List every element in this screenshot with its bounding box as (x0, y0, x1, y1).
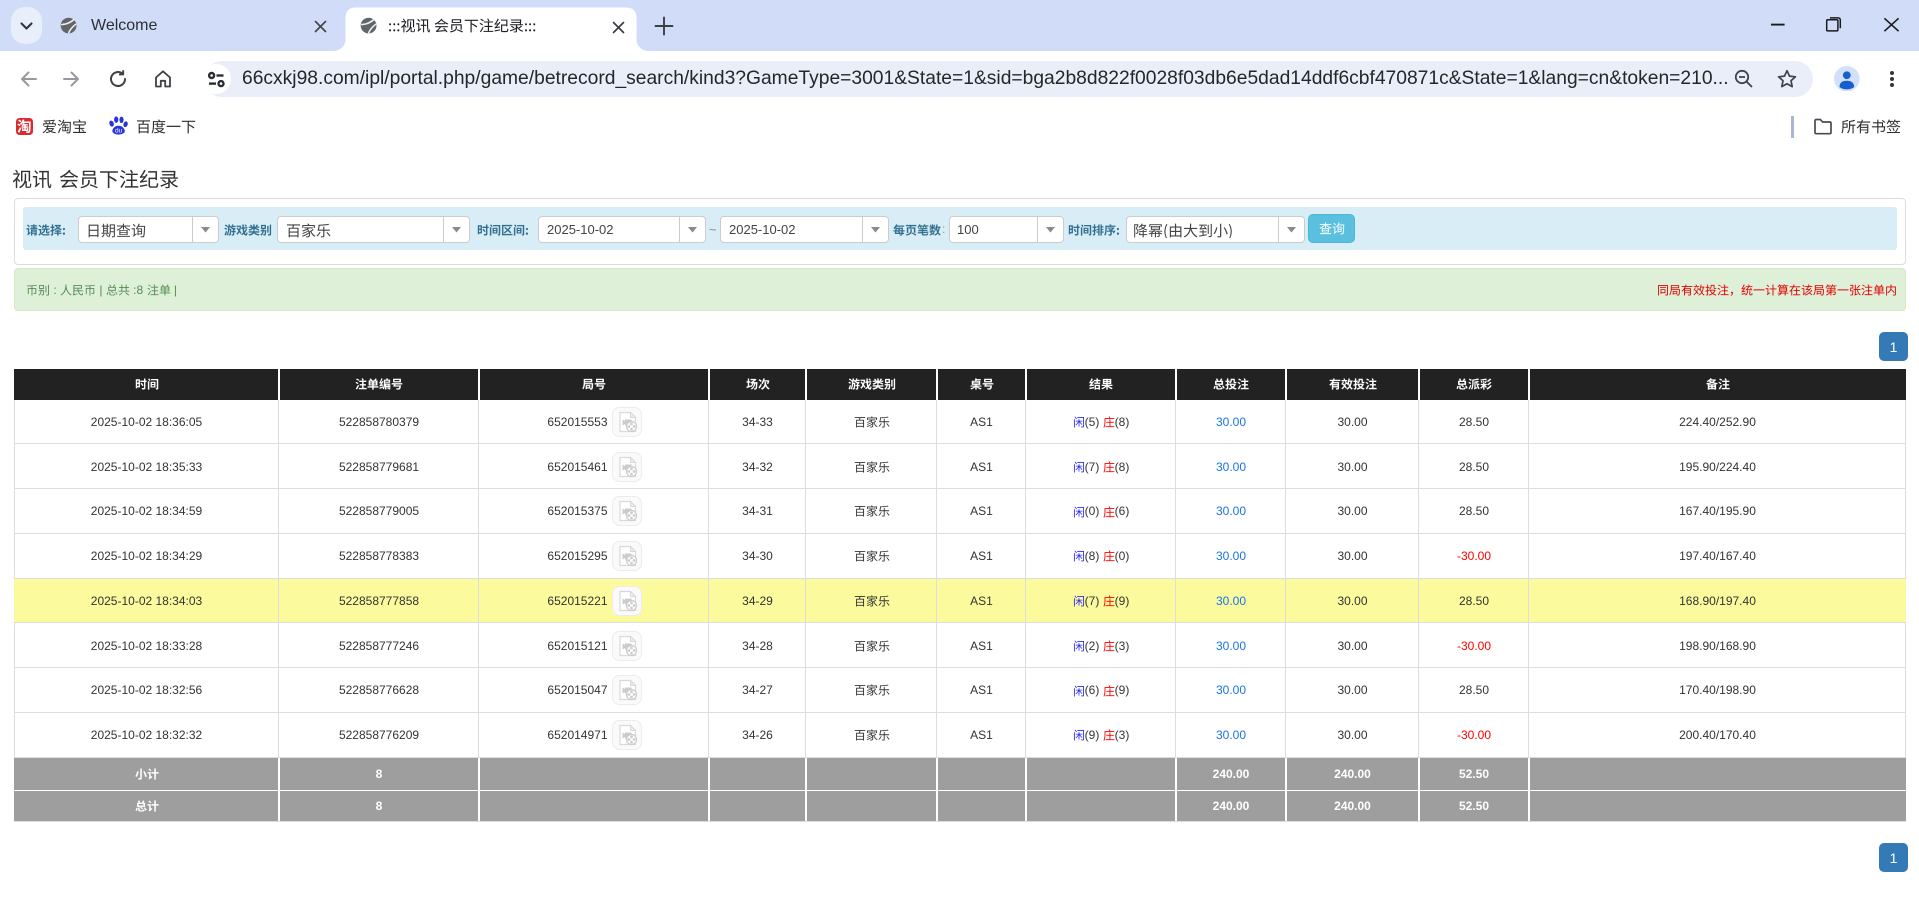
svg-text:du: du (115, 128, 123, 135)
